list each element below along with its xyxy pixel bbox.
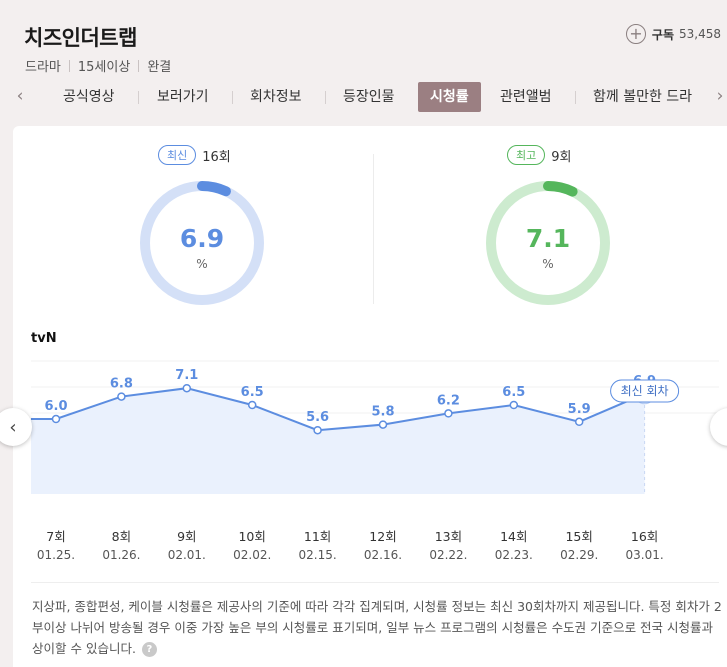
data-point <box>378 420 388 429</box>
data-point <box>247 400 257 410</box>
notice-text: 지상파, 종합편성, 케이블 시청률은 제공사의 기준에 따라 각각 집계되며,… <box>32 599 722 656</box>
data-point <box>509 400 519 410</box>
best-rating-unit: % <box>542 257 554 271</box>
subscriber-count: 53,458 <box>679 27 721 41</box>
tab-prev-arrow-icon[interactable]: ‹ <box>5 86 35 106</box>
tab-official-video[interactable]: 공식영상 <box>63 82 115 112</box>
latest-episode-pill-label: 최신 회차 <box>621 384 669 398</box>
latest-rating-gauge: 6.9 % <box>137 178 267 308</box>
data-label: 5.6 <box>306 410 329 425</box>
x-tick-episode: 7회 <box>46 529 65 544</box>
latest-episode-label: 16회 <box>202 149 231 165</box>
tab-divider <box>325 91 326 104</box>
plus-icon: + <box>625 24 646 44</box>
x-tick-episode: 11회 <box>304 529 331 544</box>
data-label: 5.8 <box>371 405 394 420</box>
tab-divider <box>138 91 139 104</box>
x-tick-date: 01.26. <box>102 548 140 562</box>
x-tick-date: 02.23. <box>495 548 533 562</box>
best-rating-gauge: 7.1 % <box>483 178 613 308</box>
program-meta: 드라마 15세이상 완결 <box>25 56 171 75</box>
data-label: 6.5 <box>502 385 525 400</box>
data-label: 6.5 <box>241 385 264 400</box>
latest-rating-unit: % <box>196 257 208 271</box>
x-tick-date: 02.02. <box>233 548 271 562</box>
x-tick-episode: 10회 <box>238 529 265 544</box>
section-divider <box>31 582 719 583</box>
ratings-notice: 지상파, 종합편성, 케이블 시청률은 제공사의 기준에 따라 각각 집계되며,… <box>32 596 722 659</box>
data-label: 6.2 <box>437 393 460 408</box>
ratings-card: 최신 16회 6.9 % 최고 9회 7.1 % tvN 6.0 7회 01.25.… <box>0 126 727 667</box>
data-label: 5.9 <box>568 402 591 417</box>
data-point <box>444 409 453 418</box>
tab-next-arrow-icon[interactable]: › <box>705 86 727 106</box>
meta-divider <box>68 59 70 72</box>
genre-label: 드라마 <box>25 60 61 75</box>
x-tick-date: 02.22. <box>429 548 467 562</box>
program-title: 치즈인더트랩 <box>24 26 137 50</box>
data-point <box>51 414 61 424</box>
data-label: 6.8 <box>110 377 133 392</box>
data-point <box>313 425 322 435</box>
x-tick-episode: 9회 <box>177 529 196 544</box>
gauge-divider <box>373 154 374 304</box>
tab-album[interactable]: 관련앨범 <box>500 82 552 112</box>
age-rating-label: 15세이상 <box>77 60 131 75</box>
ratings-chart: 6.0 7회 01.25. 6.8 8회 01.26. 7.1 9회 02.01. 6.5 10회 0… <box>31 360 719 562</box>
x-tick-episode: 16회 <box>631 529 658 544</box>
x-tick-episode: 12회 <box>369 529 396 544</box>
x-tick-date: 01.25. <box>37 548 75 562</box>
subscribe-button[interactable]: + 구독 53,458 <box>625 24 721 44</box>
data-point <box>117 392 126 401</box>
program-header: 치즈인더트랩 드라마 15세이상 완결 + 구독 53,458 ‹ 공식영상 보… <box>0 0 727 126</box>
latest-rating-value: 6.9 <box>179 224 225 253</box>
meta-divider <box>138 59 140 72</box>
tab-recommended[interactable]: 함께 볼만한 드라 <box>593 82 692 112</box>
tab-episode-info[interactable]: 회차정보 <box>250 82 302 112</box>
tab-watch[interactable]: 보러가기 <box>157 82 209 112</box>
x-tick-date: 02.01. <box>168 548 206 562</box>
data-point <box>574 417 584 427</box>
latest-episode-header: 최신 16회 <box>158 145 231 165</box>
best-badge: 최고 <box>507 145 546 165</box>
x-tick-episode: 14회 <box>500 529 527 544</box>
x-tick-date: 02.16. <box>364 548 402 562</box>
data-label: 7.1 <box>175 368 198 383</box>
best-episode-label: 9회 <box>551 149 572 165</box>
channel-label: tvN <box>31 331 57 346</box>
best-episode-header: 최고 9회 <box>507 145 571 165</box>
data-point <box>182 383 192 393</box>
best-rating-value: 7.1 <box>525 224 571 253</box>
x-tick-date: 02.15. <box>299 548 337 562</box>
tab-bar: ‹ 공식영상 보러가기 회차정보 등장인물 시청률 관련앨범 함께 볼만한 드라… <box>0 82 727 112</box>
tab-divider <box>232 91 233 104</box>
chart-area-fill <box>31 388 645 494</box>
tab-cast[interactable]: 등장인물 <box>343 82 395 112</box>
data-label: 6.0 <box>44 399 67 414</box>
x-tick-date: 02.29. <box>560 548 598 562</box>
tab-divider <box>575 91 576 104</box>
status-label: 완결 <box>147 60 172 75</box>
x-tick-episode: 13회 <box>435 529 462 544</box>
latest-badge: 최신 <box>158 145 197 165</box>
question-icon[interactable]: ? <box>141 642 157 657</box>
x-tick-episode: 15회 <box>565 529 592 544</box>
x-tick-date: 03.01. <box>626 548 664 562</box>
x-tick-episode: 8회 <box>112 529 131 544</box>
gauge-progress-arc <box>543 181 578 197</box>
tab-ratings[interactable]: 시청률 <box>418 82 481 112</box>
gauge-progress-arc <box>197 181 231 197</box>
subscribe-label: 구독 <box>651 27 674 42</box>
